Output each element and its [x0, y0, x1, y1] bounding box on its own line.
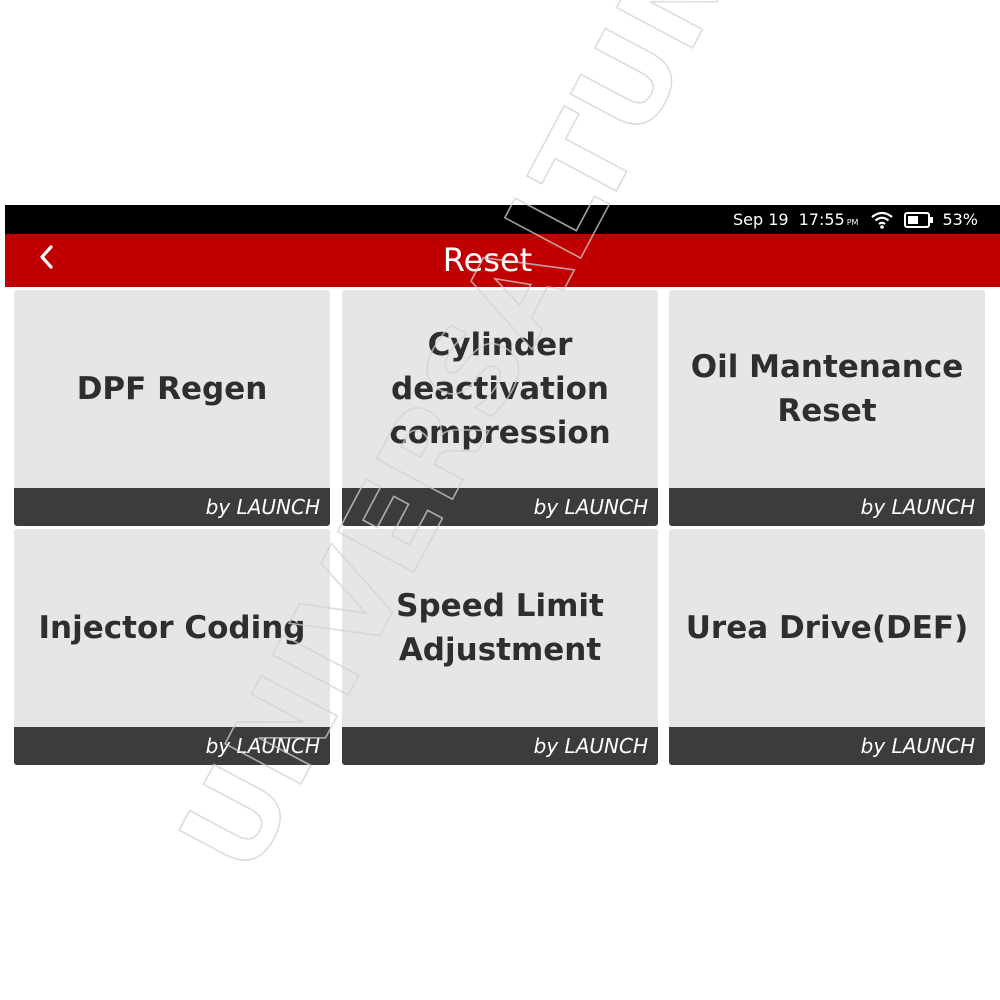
status-ampm: PM: [846, 217, 859, 227]
status-time: 17:55: [798, 210, 845, 229]
tile-injector-coding[interactable]: Injector Coding by LAUNCH: [14, 529, 330, 765]
page: Sep 19 17:55 PM 53% Reset DPF Regen by L…: [0, 0, 1000, 1000]
tile-speed-limit-adjustment[interactable]: Speed Limit Adjustment by LAUNCH: [342, 529, 658, 765]
device-screen: Sep 19 17:55 PM 53% Reset DPF Regen by L…: [5, 205, 1000, 771]
page-title: Reset: [442, 241, 533, 279]
tile-label: Speed Limit Adjustment: [396, 588, 604, 668]
tile-urea-drive-def[interactable]: Urea Drive(DEF) by LAUNCH: [669, 529, 985, 765]
battery-percentage: 53%: [942, 210, 978, 229]
tile-footer: by LAUNCH: [342, 727, 658, 765]
tile-label: Cylinder deactivation compression: [389, 327, 611, 451]
tile-dpf-regen[interactable]: DPF Regen by LAUNCH: [14, 290, 330, 526]
wifi-icon: [870, 211, 894, 229]
function-grid: DPF Regen by LAUNCH Cylinder deactivatio…: [5, 287, 1000, 771]
tile-oil-maintenance-reset[interactable]: Oil Mantenance Reset by LAUNCH: [669, 290, 985, 526]
battery-icon: [904, 211, 934, 228]
tile-label: DPF Regen: [76, 371, 268, 407]
title-bar: Reset: [5, 234, 1000, 287]
status-bar: Sep 19 17:55 PM 53%: [5, 205, 1000, 234]
tile-footer: by LAUNCH: [14, 727, 330, 765]
tile-footer: by LAUNCH: [669, 488, 985, 526]
tile-label: Injector Coding: [38, 610, 306, 646]
tile-label: Oil Mantenance Reset: [690, 349, 964, 429]
status-date: Sep 19: [732, 210, 789, 229]
tile-label: Urea Drive(DEF): [685, 610, 969, 646]
tile-footer: by LAUNCH: [14, 488, 330, 526]
tile-footer: by LAUNCH: [342, 488, 658, 526]
tile-cylinder-deactivation-compression[interactable]: Cylinder deactivation compression by LAU…: [342, 290, 658, 526]
tile-footer: by LAUNCH: [669, 727, 985, 765]
